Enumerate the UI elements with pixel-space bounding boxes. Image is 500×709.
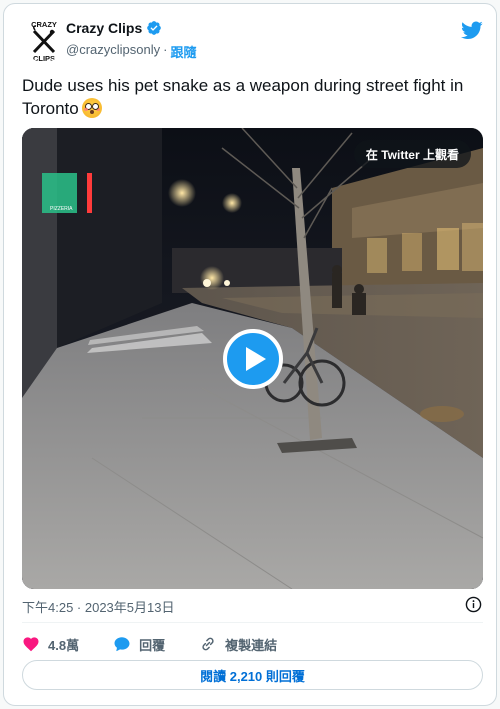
link-icon bbox=[202, 637, 214, 651]
author-avatar[interactable]: CRAZY CLIPS bbox=[22, 18, 66, 62]
author-handle-row: @crazyclipsonly · 跟隨 bbox=[66, 42, 196, 61]
info-icon[interactable] bbox=[465, 596, 482, 613]
tweet-card: CRAZY CLIPS Crazy Clips @crazyclipsonly … bbox=[3, 3, 497, 706]
play-button[interactable] bbox=[223, 329, 283, 389]
author-name-row: Crazy Clips bbox=[66, 20, 162, 36]
separator-dot: · bbox=[163, 42, 168, 57]
svg-text:CRAZY: CRAZY bbox=[31, 20, 57, 29]
like-button[interactable]: 4.8萬 bbox=[22, 635, 79, 654]
copy-link-button[interactable]: 複製連結 bbox=[199, 635, 277, 654]
tweet-text: Dude uses his pet snake as a weapon duri… bbox=[22, 74, 492, 120]
author-handle[interactable]: @crazyclipsonly bbox=[66, 42, 160, 61]
video-player[interactable]: PIZZERIA 在 Twitter 上觀看 bbox=[22, 128, 483, 589]
divider bbox=[22, 622, 483, 623]
action-bar: 4.8萬 回覆 複製連結 bbox=[22, 634, 311, 654]
reply-label: 回覆 bbox=[139, 637, 166, 653]
copy-link-label: 複製連結 bbox=[225, 637, 278, 653]
reply-button[interactable]: 回覆 bbox=[113, 635, 165, 654]
play-icon bbox=[245, 347, 266, 371]
twitter-bird-icon[interactable] bbox=[461, 19, 483, 41]
like-count: 4.8萬 bbox=[48, 637, 80, 653]
author-name[interactable]: Crazy Clips bbox=[66, 20, 142, 36]
svg-text:CLIPS: CLIPS bbox=[33, 54, 55, 62]
verified-badge-icon bbox=[147, 21, 162, 35]
svg-text:PIZZERIA: PIZZERIA bbox=[50, 206, 73, 212]
read-replies-button[interactable]: 閱讀 2,210 則回覆 bbox=[22, 660, 483, 690]
follow-button[interactable]: 跟隨 bbox=[170, 42, 196, 61]
watch-on-twitter-button[interactable]: 在 Twitter 上觀看 bbox=[353, 140, 471, 168]
crazy-clips-logo-icon: CRAZY CLIPS bbox=[22, 18, 66, 62]
heart-icon bbox=[23, 637, 39, 652]
timestamp[interactable]: 下午4:25 · 2023年5月13日 bbox=[22, 597, 174, 616]
face-flushed-emoji bbox=[81, 98, 102, 118]
reply-bubble-icon bbox=[114, 637, 130, 652]
